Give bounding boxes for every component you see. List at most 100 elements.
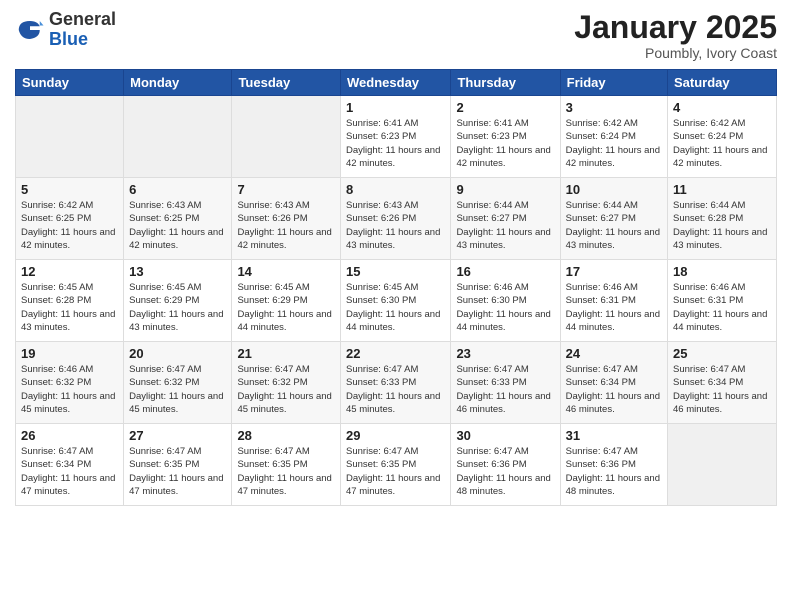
calendar-cell: 30 Sunrise: 6:47 AMSunset: 6:36 PMDayligh…: [451, 424, 560, 506]
calendar-cell: 12 Sunrise: 6:45 AMSunset: 6:28 PMDayligh…: [16, 260, 124, 342]
logo-general: General: [49, 9, 116, 29]
week-row-5: 26 Sunrise: 6:47 AMSunset: 6:34 PMDayligh…: [16, 424, 777, 506]
calendar-cell: 17 Sunrise: 6:46 AMSunset: 6:31 PMDayligh…: [560, 260, 667, 342]
day-info: Sunrise: 6:43 AMSunset: 6:26 PMDaylight:…: [237, 199, 335, 252]
calendar-cell: 19Sunrise: 6:46 AMSunset: 6:32 PMDayligh…: [16, 342, 124, 424]
header-sunday: Sunday: [16, 70, 124, 96]
calendar-cell: 18Sunrise: 6:46 AMSunset: 6:31 PMDayligh…: [668, 260, 777, 342]
day-info: Sunrise: 6:43 AMSunset: 6:25 PMDaylight:…: [129, 199, 226, 252]
calendar-cell: 3 Sunrise: 6:42 AMSunset: 6:24 PMDaylight…: [560, 96, 667, 178]
day-number: 13: [129, 264, 226, 279]
day-number: 29: [346, 428, 445, 443]
day-number: 31: [566, 428, 662, 443]
day-number: 3: [566, 100, 662, 115]
day-number: 20: [129, 346, 226, 361]
calendar-cell: 16 Sunrise: 6:46 AMSunset: 6:30 PMDayligh…: [451, 260, 560, 342]
header-wednesday: Wednesday: [341, 70, 451, 96]
calendar-cell: [232, 96, 341, 178]
day-info: Sunrise: 6:45 AMSunset: 6:30 PMDaylight:…: [346, 281, 445, 334]
header-tuesday: Tuesday: [232, 70, 341, 96]
calendar-cell: 22Sunrise: 6:47 AMSunset: 6:33 PMDayligh…: [341, 342, 451, 424]
day-info: Sunrise: 6:47 AMSunset: 6:35 PMDaylight:…: [346, 445, 445, 498]
day-info: Sunrise: 6:47 AMSunset: 6:34 PMDaylight:…: [673, 363, 771, 416]
day-info: Sunrise: 6:46 AMSunset: 6:31 PMDaylight:…: [673, 281, 771, 334]
day-number: 21: [237, 346, 335, 361]
day-info: Sunrise: 6:44 AMSunset: 6:27 PMDaylight:…: [566, 199, 662, 252]
calendar-cell: [16, 96, 124, 178]
day-info: Sunrise: 6:45 AMSunset: 6:29 PMDaylight:…: [129, 281, 226, 334]
calendar-cell: 29 Sunrise: 6:47 AMSunset: 6:35 PMDayligh…: [341, 424, 451, 506]
day-info: Sunrise: 6:42 AMSunset: 6:24 PMDaylight:…: [566, 117, 662, 170]
day-info: Sunrise: 6:47 AMSunset: 6:36 PMDaylight:…: [456, 445, 554, 498]
day-info: Sunrise: 6:43 AMSunset: 6:26 PMDaylight:…: [346, 199, 445, 252]
calendar-cell: 24 Sunrise: 6:47 AMSunset: 6:34 PMDayligh…: [560, 342, 667, 424]
day-number: 22: [346, 346, 445, 361]
calendar-cell: 6Sunrise: 6:43 AMSunset: 6:25 PMDaylight…: [124, 178, 232, 260]
day-number: 27: [129, 428, 226, 443]
logo: General Blue: [15, 10, 116, 50]
day-info: Sunrise: 6:44 AMSunset: 6:27 PMDaylight:…: [456, 199, 554, 252]
day-info: Sunrise: 6:46 AMSunset: 6:32 PMDaylight:…: [21, 363, 118, 416]
logo-blue: Blue: [49, 29, 88, 49]
calendar-cell: 25Sunrise: 6:47 AMSunset: 6:34 PMDayligh…: [668, 342, 777, 424]
logo-icon: [15, 15, 45, 45]
day-info: Sunrise: 6:41 AMSunset: 6:23 PMDaylight:…: [346, 117, 445, 170]
week-row-1: 1Sunrise: 6:41 AMSunset: 6:23 PMDaylight…: [16, 96, 777, 178]
day-info: Sunrise: 6:46 AMSunset: 6:31 PMDaylight:…: [566, 281, 662, 334]
header: General Blue January 2025 Poumbly, Ivory…: [15, 10, 777, 61]
header-thursday: Thursday: [451, 70, 560, 96]
day-number: 17: [566, 264, 662, 279]
calendar-cell: 13 Sunrise: 6:45 AMSunset: 6:29 PMDayligh…: [124, 260, 232, 342]
location-subtitle: Poumbly, Ivory Coast: [574, 45, 777, 61]
day-number: 12: [21, 264, 118, 279]
day-number: 5: [21, 182, 118, 197]
calendar-cell: 27 Sunrise: 6:47 AMSunset: 6:35 PMDayligh…: [124, 424, 232, 506]
day-info: Sunrise: 6:47 AMSunset: 6:32 PMDaylight:…: [129, 363, 226, 416]
day-number: 2: [456, 100, 554, 115]
calendar-cell: 31Sunrise: 6:47 AMSunset: 6:36 PMDayligh…: [560, 424, 667, 506]
calendar-cell: 8 Sunrise: 6:43 AMSunset: 6:26 PMDaylight…: [341, 178, 451, 260]
day-info: Sunrise: 6:46 AMSunset: 6:30 PMDaylight:…: [456, 281, 554, 334]
calendar-cell: 28 Sunrise: 6:47 AMSunset: 6:35 PMDayligh…: [232, 424, 341, 506]
day-number: 30: [456, 428, 554, 443]
calendar-cell: 7 Sunrise: 6:43 AMSunset: 6:26 PMDaylight…: [232, 178, 341, 260]
day-info: Sunrise: 6:47 AMSunset: 6:35 PMDaylight:…: [129, 445, 226, 498]
day-number: 4: [673, 100, 771, 115]
calendar-cell: 4Sunrise: 6:42 AMSunset: 6:24 PMDaylight…: [668, 96, 777, 178]
day-number: 26: [21, 428, 118, 443]
month-title: January 2025: [574, 10, 777, 45]
day-info: Sunrise: 6:47 AMSunset: 6:32 PMDaylight:…: [237, 363, 335, 416]
calendar-cell: 20 Sunrise: 6:47 AMSunset: 6:32 PMDayligh…: [124, 342, 232, 424]
day-number: 8: [346, 182, 445, 197]
day-number: 24: [566, 346, 662, 361]
week-row-4: 19Sunrise: 6:46 AMSunset: 6:32 PMDayligh…: [16, 342, 777, 424]
day-number: 15: [346, 264, 445, 279]
calendar-cell: 15 Sunrise: 6:45 AMSunset: 6:30 PMDayligh…: [341, 260, 451, 342]
header-monday: Monday: [124, 70, 232, 96]
day-number: 7: [237, 182, 335, 197]
calendar-cell: 10 Sunrise: 6:44 AMSunset: 6:27 PMDayligh…: [560, 178, 667, 260]
title-area: January 2025 Poumbly, Ivory Coast: [574, 10, 777, 61]
day-info: Sunrise: 6:47 AMSunset: 6:34 PMDaylight:…: [566, 363, 662, 416]
calendar-cell: 14Sunrise: 6:45 AMSunset: 6:29 PMDayligh…: [232, 260, 341, 342]
day-number: 16: [456, 264, 554, 279]
calendar-cell: 1Sunrise: 6:41 AMSunset: 6:23 PMDaylight…: [341, 96, 451, 178]
calendar-cell: 5Sunrise: 6:42 AMSunset: 6:25 PMDaylight…: [16, 178, 124, 260]
day-info: Sunrise: 6:45 AMSunset: 6:29 PMDaylight:…: [237, 281, 335, 334]
calendar-cell: 11Sunrise: 6:44 AMSunset: 6:28 PMDayligh…: [668, 178, 777, 260]
header-friday: Friday: [560, 70, 667, 96]
day-number: 9: [456, 182, 554, 197]
calendar-cell: 21 Sunrise: 6:47 AMSunset: 6:32 PMDayligh…: [232, 342, 341, 424]
calendar-cell: [668, 424, 777, 506]
calendar-cell: 2 Sunrise: 6:41 AMSunset: 6:23 PMDaylight…: [451, 96, 560, 178]
week-row-3: 12 Sunrise: 6:45 AMSunset: 6:28 PMDayligh…: [16, 260, 777, 342]
day-info: Sunrise: 6:45 AMSunset: 6:28 PMDaylight:…: [21, 281, 118, 334]
day-info: Sunrise: 6:47 AMSunset: 6:33 PMDaylight:…: [456, 363, 554, 416]
day-info: Sunrise: 6:41 AMSunset: 6:23 PMDaylight:…: [456, 117, 554, 170]
header-saturday: Saturday: [668, 70, 777, 96]
day-info: Sunrise: 6:47 AMSunset: 6:34 PMDaylight:…: [21, 445, 118, 498]
calendar-cell: 23Sunrise: 6:47 AMSunset: 6:33 PMDayligh…: [451, 342, 560, 424]
day-number: 28: [237, 428, 335, 443]
day-number: 10: [566, 182, 662, 197]
day-info: Sunrise: 6:47 AMSunset: 6:35 PMDaylight:…: [237, 445, 335, 498]
